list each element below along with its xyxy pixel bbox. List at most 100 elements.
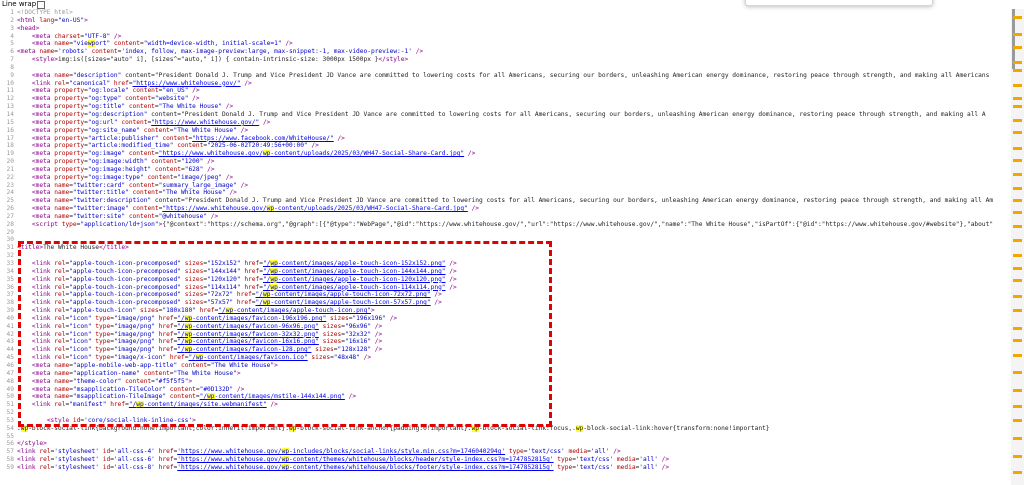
- code-line: 1 <!DOCTYPE html>: [0, 9, 1011, 17]
- line-number: 23: [6, 181, 14, 189]
- line-number: 17: [6, 134, 14, 142]
- line-number: 42: [6, 330, 14, 338]
- line-number: 28: [6, 220, 14, 228]
- code-line: 37 <link rel="apple-touch-icon-precompos…: [0, 291, 1011, 299]
- code-line: 21 <meta property="og:image:height" cont…: [0, 166, 1011, 174]
- line-content: <link rel="apple-touch-icon-precomposed"…: [31, 275, 457, 283]
- code-line: 54 .wp-block-social-link{background:none!…: [0, 424, 1011, 433]
- line-number: 36: [6, 283, 14, 291]
- code-line: 32: [0, 252, 1011, 260]
- line-number: 26: [6, 205, 14, 213]
- line-number: 14: [6, 110, 14, 118]
- line-content: <script type="application/ld+json">{"@co…: [31, 220, 994, 228]
- code-line: 22 <meta property="og:image:type" conten…: [0, 174, 1011, 182]
- line-content: <link rel="icon" type="image/png" href="…: [31, 346, 383, 354]
- line-number: 16: [6, 126, 14, 134]
- line-content: <meta property="og:url" content="https:/…: [31, 118, 271, 126]
- code-line: 57 <link rel='stylesheet' id='all-css-4' …: [0, 448, 1011, 456]
- line-number: 34: [6, 267, 14, 275]
- code-line: 53 <style id='core/social-link-inline-cs…: [0, 417, 1011, 425]
- code-line: 28 <script type="application/ld+json">{"…: [0, 221, 1011, 229]
- line-wrap-checkbox[interactable]: [37, 1, 45, 9]
- line-number: 39: [6, 307, 14, 315]
- line-content: <meta property="og:title" content="The W…: [31, 103, 234, 111]
- code-line: 7 <style>img:is([sizes="auto" i], [sizes…: [0, 56, 1011, 64]
- line-content: <meta property="og:site_name" content="T…: [31, 126, 249, 134]
- code-line: 52: [0, 409, 1011, 417]
- scrollbar-match-marker: [1013, 46, 1022, 49]
- line-number: 21: [6, 165, 14, 173]
- line-content: <link rel='stylesheet' id='all-css-4' hr…: [17, 448, 621, 456]
- code-line: 5 <meta name="viewport" content="width=d…: [0, 40, 1011, 48]
- line-number: 27: [6, 212, 14, 220]
- line-content: <!DOCTYPE html>: [17, 9, 73, 16]
- line-number: 4: [10, 32, 14, 40]
- line-content: <meta name='robots' content='index, foll…: [17, 48, 424, 56]
- scrollbar-match-marker: [1013, 225, 1022, 228]
- code-line: 14 <meta property="og:description" conte…: [0, 111, 1011, 119]
- scrollbar-match-marker: [1013, 211, 1022, 214]
- vertical-scrollbar[interactable]: [1011, 9, 1024, 485]
- scrollbar-match-marker: [1013, 455, 1022, 458]
- line-content: <title>The White House</title>: [17, 244, 129, 252]
- line-number: 24: [6, 189, 14, 197]
- scrollbar-match-marker: [1013, 105, 1022, 108]
- line-content: <link rel="icon" type="image/png" href="…: [31, 314, 398, 322]
- line-content: <head>: [17, 24, 40, 32]
- scrollbar-match-marker: [1013, 97, 1022, 100]
- line-content: <link rel="apple-touch-icon-precomposed"…: [31, 283, 457, 291]
- line-number: 12: [6, 95, 14, 103]
- scrollbar-match-marker: [1013, 61, 1022, 64]
- code-line: 20 <meta property="og:image:width" conte…: [0, 158, 1011, 166]
- line-number: 33: [6, 260, 14, 267]
- line-number: 20: [6, 158, 14, 166]
- scrollbar-match-marker: [1013, 199, 1022, 202]
- code-line: 26 <meta name="twitter:image" content="h…: [0, 205, 1011, 213]
- line-content: <link rel="icon" type="image/png" href="…: [31, 322, 383, 330]
- find-bar[interactable]: [745, 0, 933, 6]
- line-content: <meta name="msapplication-TileColor" con…: [31, 385, 245, 393]
- scrollbar-match-marker: [1013, 327, 1022, 330]
- line-number: 52: [6, 409, 14, 417]
- code-line: 56 </style>: [0, 440, 1011, 448]
- code-line: 47 <meta name="application-name" content…: [0, 370, 1011, 378]
- scrollbar-match-marker: [1013, 267, 1022, 270]
- line-number: 55: [6, 432, 14, 440]
- code-line: 30: [0, 236, 1011, 244]
- scrollbar-match-marker: [1013, 254, 1022, 257]
- line-content: <link rel="manifest" href="/wp-content/i…: [31, 401, 278, 409]
- scrollbar-match-marker: [1013, 84, 1022, 87]
- line-number: 9: [10, 71, 14, 79]
- scrollbar-match-marker: [1013, 33, 1022, 36]
- line-number: 49: [6, 385, 14, 393]
- line-number: 37: [6, 291, 14, 299]
- line-number: 11: [6, 87, 14, 95]
- code-line: 46 <meta name="apple-mobile-web-app-titl…: [0, 362, 1011, 370]
- code-line: 17 <meta property="article:publisher" co…: [0, 135, 1011, 143]
- code-line: 13 <meta property="og:title" content="Th…: [0, 103, 1011, 111]
- line-content: <meta name="application-name" content="T…: [31, 369, 241, 377]
- line-content: <link rel='stylesheet' id='all-css-8' hr…: [17, 463, 670, 471]
- code-line: 6 <meta name='robots' content='index, fol…: [0, 48, 1011, 56]
- code-line: 15 <meta property="og:url" content="http…: [0, 119, 1011, 127]
- scrollbar-match-marker: [1013, 187, 1022, 190]
- code-line: 50 <meta name="msapplication-TileImage" …: [0, 393, 1011, 401]
- line-content: <meta charset="UTF-8" />: [31, 32, 122, 40]
- code-line: 10 <link rel="canonical" href="https://w…: [0, 80, 1011, 88]
- line-number: 15: [6, 118, 14, 126]
- line-content: .wp-block-social-link{background:none!im…: [17, 424, 770, 432]
- line-content: <meta name="theme-color" content="#f5f5f…: [31, 377, 193, 385]
- line-number: 10: [6, 79, 14, 87]
- code-line: 45 <link rel="icon" type="image/x-icon" …: [0, 354, 1011, 362]
- code-line: 9 <meta name="description" content="Pres…: [0, 72, 1011, 80]
- scrollbar-match-marker: [1013, 239, 1022, 242]
- line-content: <meta property="article:modified_time" c…: [31, 142, 319, 150]
- line-number: 59: [6, 463, 14, 471]
- line-number: 29: [6, 228, 14, 236]
- scrollbar-match-marker: [1013, 119, 1022, 122]
- source-code-view: 1 <!DOCTYPE html> 2 <html lang="en-US"> 3 <he…: [0, 9, 1011, 485]
- code-line: 51 <link rel="manifest" href="/wp-conten…: [0, 401, 1011, 409]
- code-line: 44 <link rel="icon" type="image/png" hre…: [0, 346, 1011, 354]
- line-number: 30: [6, 236, 14, 244]
- line-number: 53: [6, 416, 14, 424]
